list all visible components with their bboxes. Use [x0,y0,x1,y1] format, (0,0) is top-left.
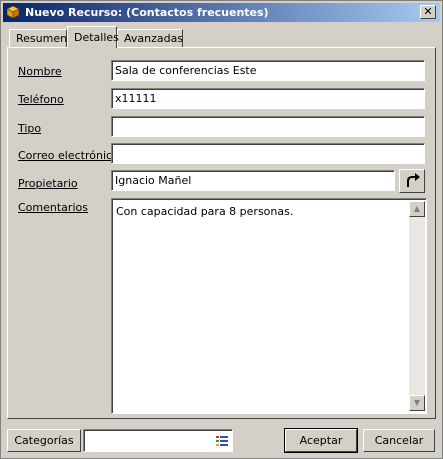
comentarios-label: Comentarios [18,201,88,214]
window-title: Nuevo Recurso: (Contactos frecuentes) [25,6,269,19]
comentarios-value: Con capacidad para 8 personas. [116,205,294,218]
comentarios-textarea[interactable]: Con capacidad para 8 personas. ▲ ▼ [111,198,427,414]
correo-field[interactable] [111,143,425,164]
tab-label: Detalles [74,31,119,44]
cancelar-label: Cancelar [374,434,424,447]
propietario-label-text: Propietario [18,177,78,190]
propietario-field[interactable]: Ignacio Mañel [111,170,395,191]
correo-label: Correo electrónico [18,149,119,162]
tab-detalles[interactable]: Detalles [67,26,119,48]
categorias-field[interactable] [83,429,233,452]
telefono-value: x11111 [115,92,157,105]
comentarios-scrollbar[interactable]: ▲ ▼ [409,201,425,411]
tab-label: Avanzadas [124,32,184,45]
tab-avanzadas[interactable]: Avanzadas [117,29,183,47]
nombre-field[interactable]: Sala de conferencias Este [111,60,425,81]
scroll-up-icon[interactable]: ▲ [409,201,425,217]
nombre-value: Sala de conferencias Este [115,64,257,77]
telefono-field[interactable]: x11111 [111,88,425,109]
title-bar: Nuevo Recurso: (Contactos frecuentes) ✕ [3,3,440,22]
aceptar-button[interactable]: Aceptar [284,428,358,453]
tipo-label-text: Tipo [18,122,42,135]
close-icon: ✕ [423,5,433,18]
resource-cube-icon [7,6,19,18]
comentarios-label-text: Comentarios [18,201,88,214]
color-list-icon[interactable] [216,435,228,447]
propietario-label: Propietario [18,177,78,190]
nombre-label-text: Nombre [18,65,62,78]
telefono-label-text: Teléfono [18,93,64,106]
correo-label-text: Correo electrónico [18,149,119,162]
resource-dialog: Nuevo Recurso: (Contactos frecuentes) ✕ … [0,0,443,459]
tipo-label: Tipo [18,122,41,135]
redirect-arrow-icon [407,173,420,187]
tab-resumen[interactable]: Resumen [9,29,67,47]
propietario-value: Ignacio Mañel [115,174,192,187]
tipo-field[interactable] [111,116,425,137]
nombre-label: Nombre [18,65,62,78]
tab-label: Resumen [16,32,68,45]
aceptar-label: Aceptar [299,434,343,447]
categorias-label: Categorías [14,434,74,447]
close-button[interactable]: ✕ [420,5,436,19]
categorias-button[interactable]: Categorías [7,429,81,452]
scroll-down-icon[interactable]: ▼ [409,395,425,411]
select-owner-button[interactable] [399,169,425,193]
telefono-label: Teléfono [18,93,64,106]
cancelar-button[interactable]: Cancelar [363,429,435,452]
